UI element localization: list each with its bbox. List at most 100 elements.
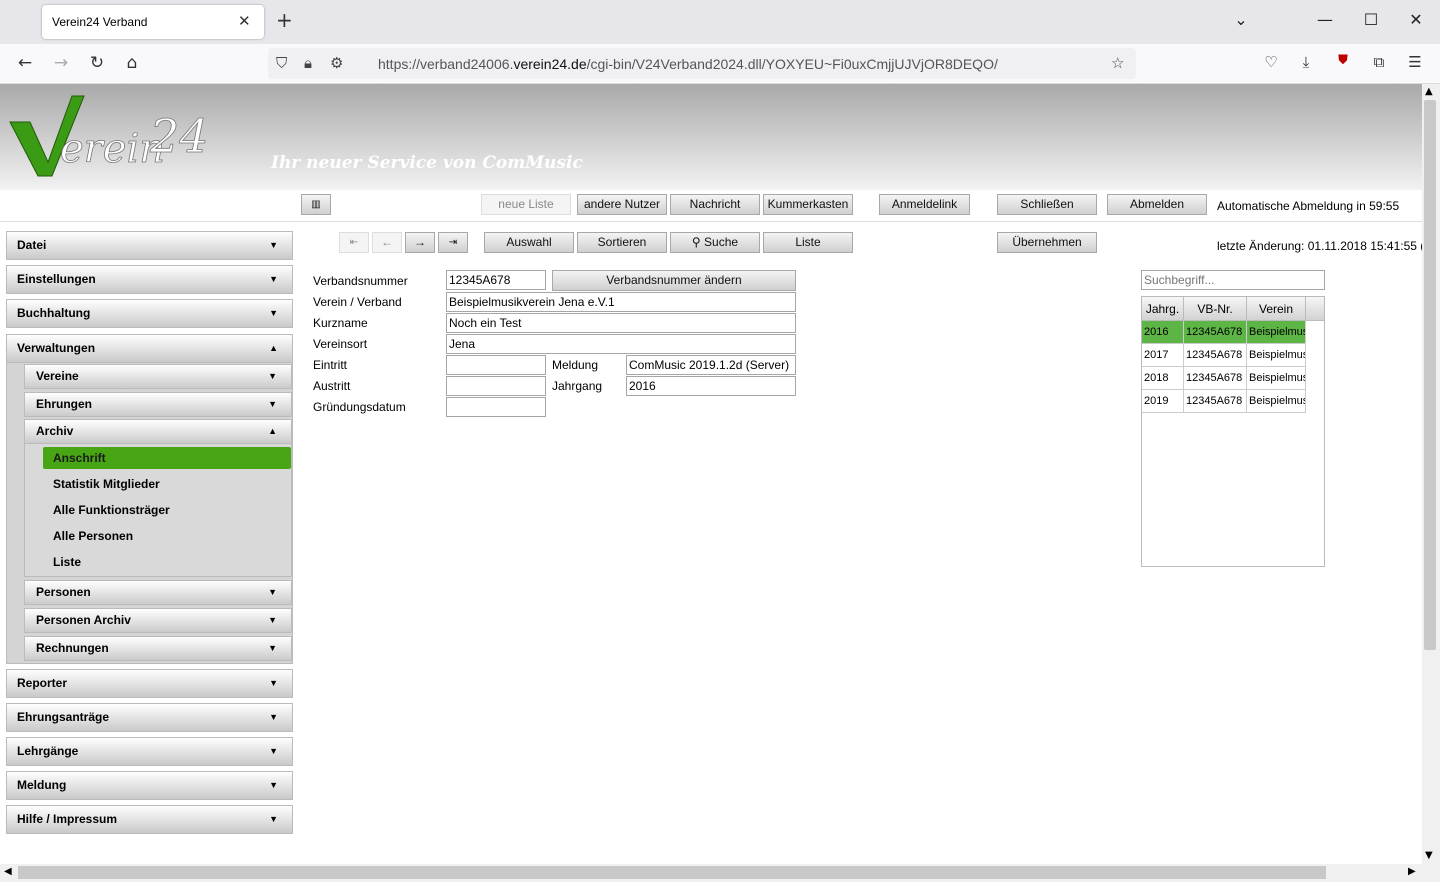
- table-cell[interactable]: Beispielmus: [1247, 367, 1306, 390]
- abmelden-button[interactable]: Abmelden: [1107, 194, 1207, 215]
- table-cell[interactable]: 12345A678: [1184, 344, 1247, 367]
- slogan: Ihr neuer Service von ComMusic: [271, 153, 583, 173]
- gruendungsdatum-field[interactable]: [446, 397, 546, 417]
- verbandsnummer-aendern-button[interactable]: Verbandsnummer ändern: [552, 270, 796, 291]
- scroll-left-icon[interactable]: ◀: [4, 866, 12, 877]
- kurzname-field[interactable]: Noch ein Test: [446, 313, 796, 333]
- verbandsnummer-field[interactable]: 12345A678: [446, 270, 546, 290]
- scroll-up-icon[interactable]: ▲: [1425, 86, 1433, 97]
- last-record-icon[interactable]: ⇥: [438, 232, 468, 253]
- sidebar-item-verwaltungen[interactable]: Verwaltungen ▲: [6, 334, 293, 363]
- sidebar-item-ehrungsantraege[interactable]: Ehrungsanträge ▼: [6, 703, 293, 732]
- sidebar-item-anschrift[interactable]: Anschrift: [43, 447, 291, 469]
- verbandsnummer-label: Verbandsnummer: [313, 274, 408, 288]
- nachricht-button[interactable]: Nachricht: [670, 194, 760, 215]
- sidebar-item-datei[interactable]: Datei ▼: [6, 231, 293, 260]
- permissions-icon[interactable]: ⚙: [330, 54, 343, 72]
- main-toolbar: ▥ neue Liste andere Nutzer Nachricht Kum…: [0, 190, 1422, 222]
- last-change-text: letzte Änderung: 01.11.2018 15:41:55 (A: [1217, 239, 1422, 253]
- anmeldelink-button[interactable]: Anmeldelink: [879, 194, 970, 215]
- sidebar-item-vereine[interactable]: Vereine ▼: [24, 364, 292, 389]
- scroll-right-icon[interactable]: ▶: [1408, 866, 1416, 877]
- close-tab-icon[interactable]: ✕: [238, 12, 251, 30]
- url-bar[interactable]: ⛉ 🔒︎ ⚙ https://verband24006.verein24.de/…: [268, 48, 1136, 79]
- menu-icon[interactable]: ☰: [1403, 53, 1427, 71]
- auswahl-button[interactable]: Auswahl: [484, 232, 574, 253]
- close-window-icon[interactable]: ✕: [1401, 10, 1431, 29]
- horizontal-scrollbar-thumb[interactable]: [18, 866, 1326, 879]
- vertical-scrollbar-thumb[interactable]: [1424, 100, 1436, 650]
- sidebar-item-archiv[interactable]: Archiv ▲: [24, 419, 292, 444]
- sidebar-item-ehrungen[interactable]: Ehrungen ▼: [24, 392, 292, 417]
- kummerkasten-button[interactable]: Kummerkasten: [763, 194, 853, 215]
- sidebar-item-buchhaltung[interactable]: Buchhaltung ▼: [6, 299, 293, 328]
- home-icon[interactable]: ⌂: [120, 53, 144, 73]
- table-cell[interactable]: 12345A678: [1184, 367, 1247, 390]
- sidebar-item-liste[interactable]: Liste: [43, 551, 291, 573]
- table-cell[interactable]: Beispielmus: [1247, 321, 1306, 344]
- page-content: erein 24 Ihr neuer Service von ComMusic …: [0, 84, 1422, 864]
- neue-liste-button[interactable]: neue Liste: [481, 194, 571, 215]
- tab-list-chevron-icon[interactable]: ⌄: [1226, 10, 1256, 29]
- maximize-icon[interactable]: ☐: [1356, 10, 1386, 29]
- vereinsort-field[interactable]: Jena: [446, 334, 796, 354]
- austritt-field[interactable]: [446, 376, 546, 396]
- sidebar-item-hilfe[interactable]: Hilfe / Impressum ▼: [6, 805, 293, 834]
- menu-toggle-button[interactable]: ▥: [301, 194, 331, 215]
- table-cell[interactable]: Beispielmus: [1247, 390, 1306, 413]
- table-cell[interactable]: 2019: [1142, 390, 1184, 413]
- extensions-icon[interactable]: ⧉: [1367, 53, 1391, 71]
- grid-header-jahrg[interactable]: Jahrg.: [1142, 297, 1184, 321]
- first-record-icon[interactable]: ⇤: [339, 232, 369, 253]
- table-cell[interactable]: Beispielmus: [1247, 344, 1306, 367]
- table-cell[interactable]: 2018: [1142, 367, 1184, 390]
- suche-button[interactable]: ⚲ Suche: [670, 232, 760, 253]
- sortieren-button[interactable]: Sortieren: [577, 232, 667, 253]
- lock-icon[interactable]: 🔒︎: [304, 54, 312, 72]
- andere-nutzer-button[interactable]: andere Nutzer: [577, 194, 667, 215]
- liste-button[interactable]: Liste: [763, 232, 853, 253]
- tab-title: Verein24 Verband: [52, 15, 148, 29]
- url-text[interactable]: https://verband24006.verein24.de/cgi-bin…: [378, 56, 998, 72]
- sidebar-item-meldung[interactable]: Meldung ▼: [6, 771, 293, 800]
- sidebar-item-einstellungen[interactable]: Einstellungen ▼: [6, 265, 293, 294]
- table-cell[interactable]: 12345A678: [1184, 321, 1247, 344]
- grid-header-vbnr[interactable]: VB-Nr.: [1184, 297, 1247, 321]
- browser-tab[interactable]: Verein24 Verband ✕: [42, 5, 264, 39]
- sidebar-item-reporter[interactable]: Reporter ▼: [6, 669, 293, 698]
- prev-record-icon[interactable]: ←: [372, 232, 402, 253]
- next-record-icon[interactable]: →: [405, 232, 435, 253]
- shield-icon[interactable]: ⛉: [276, 54, 287, 72]
- sidebar-item-rechnungen[interactable]: Rechnungen ▼: [24, 636, 292, 661]
- sidebar-item-personen[interactable]: Personen ▼: [24, 580, 292, 605]
- ublock-icon[interactable]: ⛊: [1331, 53, 1355, 68]
- search-input[interactable]: [1141, 270, 1325, 290]
- table-cell[interactable]: 12345A678: [1184, 390, 1247, 413]
- sidebar-item-alle-personen[interactable]: Alle Personen: [43, 525, 291, 547]
- schliessen-button[interactable]: Schließen: [997, 194, 1097, 215]
- sidebar-item-personen-archiv[interactable]: Personen Archiv ▼: [24, 608, 292, 633]
- table-cell[interactable]: 2016: [1142, 321, 1184, 344]
- eintritt-field[interactable]: [446, 355, 546, 375]
- forward-icon[interactable]: →: [49, 53, 73, 73]
- table-cell[interactable]: 2017: [1142, 344, 1184, 367]
- chevron-up-icon: ▲: [268, 426, 277, 436]
- grid-header-verein[interactable]: Verein: [1247, 297, 1306, 321]
- meldung-field[interactable]: ComMusic 2019.1.2d (Server): [626, 355, 796, 375]
- reload-icon[interactable]: ↻: [85, 53, 109, 73]
- jahrgang-field[interactable]: 2016: [626, 376, 796, 396]
- scroll-down-icon[interactable]: ▼: [1425, 850, 1433, 861]
- download-icon[interactable]: ⤓: [1294, 53, 1318, 71]
- sidebar-item-statistik-mitglieder[interactable]: Statistik Mitglieder: [43, 473, 291, 495]
- back-icon[interactable]: ←: [13, 53, 37, 73]
- sidebar-item-alle-funktionstraeger[interactable]: Alle Funktionsträger: [43, 499, 291, 521]
- verein-field[interactable]: Beispielmusikverein Jena e.V.1: [446, 292, 796, 312]
- pocket-icon[interactable]: ♡: [1259, 53, 1283, 71]
- sidebar-item-lehrgaenge[interactable]: Lehrgänge ▼: [6, 737, 293, 766]
- jahrgang-label: Jahrgang: [552, 379, 603, 393]
- bookmark-star-icon[interactable]: ☆: [1111, 54, 1124, 72]
- minimize-icon[interactable]: —: [1310, 10, 1340, 29]
- uebernehmen-button[interactable]: Übernehmen: [997, 232, 1097, 253]
- chevron-down-icon: ▼: [268, 371, 277, 381]
- new-tab-icon[interactable]: +: [276, 8, 293, 32]
